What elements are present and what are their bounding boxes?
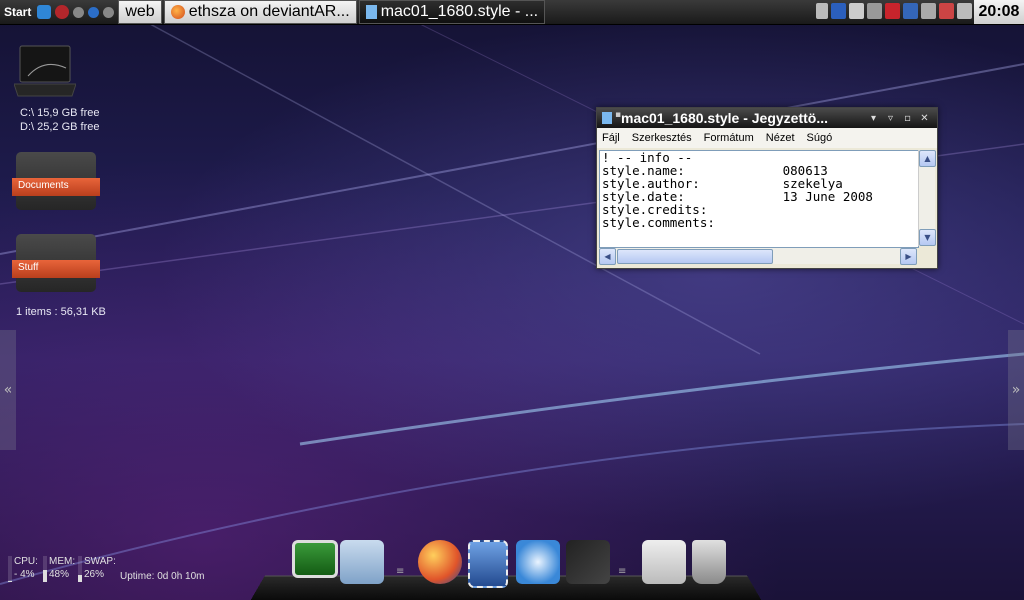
notepad-window: ▪ mac01_1680.style - Jegyzettö... ▾ ▿ ▫ … — [596, 107, 938, 269]
system-app-icon[interactable] — [642, 540, 686, 584]
network-icon[interactable] — [831, 3, 846, 19]
task-notepad[interactable]: mac01_1680.style - ... — [358, 0, 546, 24]
start-button[interactable]: Start — [0, 0, 35, 24]
tools-icon[interactable] — [939, 3, 954, 19]
maximize-icon[interactable]: ▫ — [901, 112, 914, 125]
cpu-value: - 4% — [14, 569, 35, 580]
firefox-icon — [170, 5, 185, 19]
signal-icon[interactable] — [816, 3, 828, 19]
horizontal-scrollbar[interactable]: ◀ ▶ — [599, 248, 917, 265]
notepad-icon — [365, 5, 377, 19]
mem-label: MEM: — [49, 556, 76, 567]
clock[interactable]: 20:08 — [974, 0, 1024, 24]
vertical-scrollbar[interactable]: ▲ ▼ — [918, 150, 936, 246]
antivirus-icon[interactable] — [885, 3, 900, 19]
swap-meter: SWAP: 26% — [78, 556, 116, 582]
notepad-title: mac01_1680.style - Jegyzettö... — [621, 110, 829, 126]
task-firefox[interactable]: ethsza on deviantAR... — [163, 0, 357, 24]
stuff-folder[interactable]: Stuff — [12, 234, 100, 296]
documents-folder-icon[interactable] — [340, 540, 384, 584]
close-icon[interactable]: ✕ — [918, 112, 931, 125]
notepad-menubar: Fájl Szerkesztés Formátum Nézet Súgó — [597, 128, 937, 148]
left-scroll-arrow[interactable]: « — [0, 330, 16, 450]
menu-file[interactable]: Fájl — [602, 132, 620, 144]
menu-view[interactable]: Nézet — [766, 132, 795, 144]
pin-icon[interactable]: ▪ — [615, 110, 621, 120]
keyboard-icon[interactable] — [921, 3, 936, 19]
safari-icon[interactable] — [516, 540, 560, 584]
cpu-label: CPU: — [14, 556, 38, 567]
mem-meter: MEM: 48% — [43, 556, 76, 582]
winamp-icon[interactable] — [566, 540, 610, 584]
laptop-icon[interactable] — [14, 44, 76, 100]
quicklaunch-blue-icon[interactable] — [37, 5, 52, 19]
scroll-right-icon[interactable]: ▶ — [900, 248, 917, 265]
drive-c-free: C:\ 15,9 GB free — [20, 107, 100, 119]
monitor-tray-icon[interactable] — [903, 3, 918, 19]
menu-edit[interactable]: Szerkesztés — [632, 132, 692, 144]
system-tray — [816, 3, 972, 19]
notepad-titlebar[interactable]: ▪ mac01_1680.style - Jegyzettö... ▾ ▿ ▫ … — [597, 108, 937, 128]
uptime-text: Uptime: 0d 0h 10m — [120, 571, 205, 582]
scroll-left-icon[interactable]: ◀ — [599, 248, 616, 265]
swap-label: SWAP: — [84, 556, 116, 567]
scroll-down-icon[interactable]: ▼ — [919, 229, 936, 246]
scroll-up-icon[interactable]: ▲ — [919, 150, 936, 167]
firefox-icon[interactable] — [418, 540, 462, 584]
task-web[interactable]: web — [118, 0, 162, 24]
media-stop-icon[interactable] — [88, 6, 100, 18]
horizontal-scroll-thumb[interactable] — [617, 249, 773, 264]
swap-value: 26% — [84, 569, 105, 580]
documents-folder[interactable]: Documents — [12, 152, 100, 214]
printer-icon[interactable] — [849, 3, 864, 19]
cpu-meter: CPU: - 4% — [8, 556, 38, 582]
mem-value: 48% — [49, 569, 70, 580]
menu-format[interactable]: Formátum — [704, 132, 754, 144]
volume-icon[interactable] — [867, 3, 882, 19]
folder-items-info: 1 items : 56,31 KB — [16, 306, 106, 318]
dock-separator-icon: ≡ — [396, 566, 405, 577]
menu-help[interactable]: Súgó — [807, 132, 833, 144]
media-back-icon[interactable] — [73, 6, 85, 18]
monitor-icon[interactable] — [292, 540, 338, 578]
notepad-text-area[interactable]: ! -- info -- style.name: 080613 style.au… — [599, 150, 919, 248]
dock-separator-icon: ≡ — [618, 566, 627, 577]
taskbar: Start web ethsza on deviantAR... mac01_1… — [0, 0, 1024, 25]
mail-stamp-icon[interactable] — [468, 540, 508, 588]
rollup-icon[interactable]: ▾ — [867, 112, 880, 125]
minimize-icon[interactable]: ▿ — [884, 112, 897, 125]
right-scroll-arrow[interactable]: » — [1008, 330, 1024, 450]
drive-d-free: D:\ 25,2 GB free — [20, 121, 100, 133]
text-line: style.comments: — [602, 215, 715, 230]
documents-folder-label: Documents — [18, 180, 69, 191]
media-forward-icon[interactable] — [103, 6, 115, 18]
notepad-icon — [602, 112, 612, 124]
quicklaunch-red-icon[interactable] — [55, 5, 70, 19]
stuff-folder-label: Stuff — [18, 262, 39, 273]
trash-icon[interactable] — [692, 540, 726, 584]
safely-remove-icon[interactable] — [957, 3, 972, 19]
